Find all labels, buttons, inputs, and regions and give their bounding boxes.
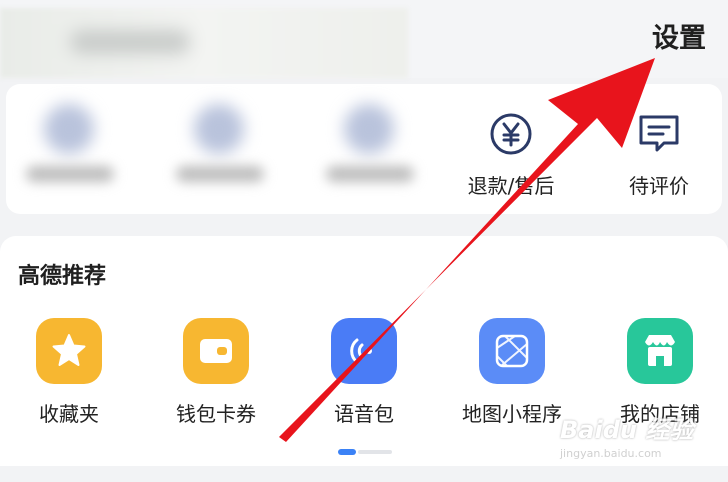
app-wallet-coupons[interactable]: 钱包卡券 [151,318,281,427]
app-label: 语音包 [334,402,394,426]
wallet-icon [183,318,249,384]
map-mini-program-icon [479,318,545,384]
star-icon [36,318,102,384]
watermark-url: jingyan.baidu.com [560,447,662,460]
recommend-title: 高德推荐 [18,264,107,289]
page-indicator [338,449,392,455]
blurred-order-item[interactable] [316,104,426,204]
settings-button[interactable]: 设置 [652,16,706,55]
blurred-order-item[interactable] [166,104,276,204]
page-indicator-active [338,449,356,455]
app-map-mini-program[interactable]: 地图小程序 [447,318,577,427]
page-indicator-inactive [358,450,392,454]
refund-label: 退款/售后 [467,174,555,198]
pending-review-label: 待评价 [629,174,689,198]
pending-review-item[interactable]: 待评价 [604,110,714,199]
blurred-order-item[interactable] [16,104,126,204]
order-card: 退款/售后 待评价 [6,84,722,214]
watermark-brand: Baidu 经验 [560,416,694,444]
app-label: 地图小程序 [462,402,562,426]
baidu-watermark: Baidu 经验 jingyan.baidu.com [560,410,693,460]
refund-yuan-icon [456,110,566,158]
voice-icon [331,318,397,384]
refund-after-sales-item[interactable]: 退款/售后 [456,110,566,199]
header: 设置 [0,0,728,78]
store-icon [627,318,693,384]
app-label: 收藏夹 [39,402,99,426]
comment-icon [604,110,714,158]
blurred-title-area [0,8,408,78]
app-label: 钱包卡券 [176,402,256,426]
app-favorites[interactable]: 收藏夹 [4,318,134,427]
app-voice-pack[interactable]: 语音包 [299,318,429,427]
